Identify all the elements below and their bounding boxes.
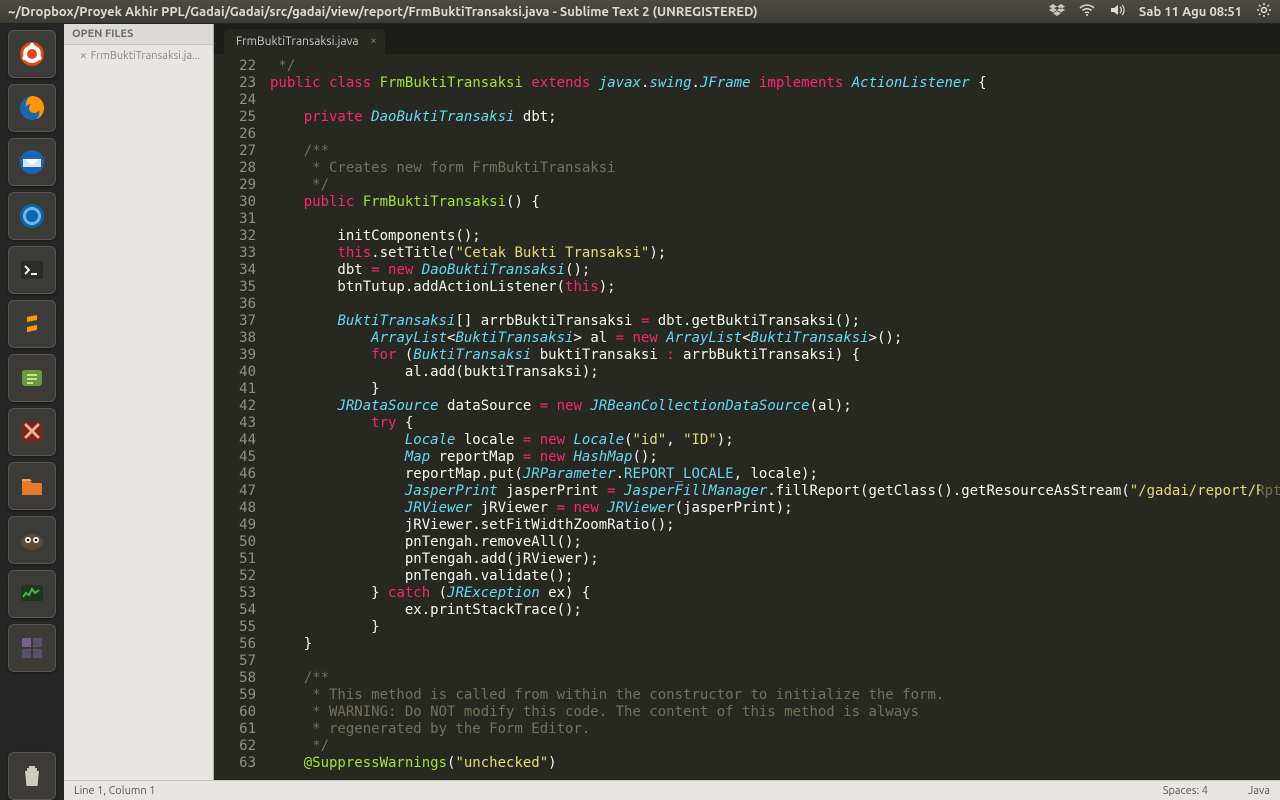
code-area[interactable]: 22 23 24 25 26 27 28 29 30 31 32 33 34 3…: [214, 54, 1280, 788]
line-gutter: 22 23 24 25 26 27 28 29 30 31 32 33 34 3…: [214, 54, 270, 788]
bluegriffon-icon[interactable]: [8, 192, 56, 240]
sound-icon[interactable]: [1109, 2, 1125, 21]
editor-area: FrmBuktiTransaksi.java × 22 23 24 25 26 2…: [214, 24, 1280, 800]
files-icon[interactable]: [8, 462, 56, 510]
close-icon[interactable]: ×: [80, 49, 87, 62]
dash-icon[interactable]: [8, 30, 56, 78]
dropbox-icon[interactable]: [1049, 2, 1065, 21]
sidebar: OPEN FILES × FrmBuktiTransaksi.ja...: [64, 24, 214, 800]
gimp-icon[interactable]: [8, 516, 56, 564]
wifi-icon[interactable]: [1079, 2, 1095, 21]
unity-launcher: [0, 24, 64, 800]
tab-label: FrmBuktiTransaksi.java: [236, 35, 359, 48]
menu-bar: ~/Dropbox/Proyek Akhir PPL/Gadai/Gadai/s…: [0, 0, 1280, 24]
syntax-setting[interactable]: Java: [1248, 785, 1270, 797]
code-content[interactable]: */ public class FrmBuktiTransaksi extend…: [270, 54, 1280, 788]
trash-icon[interactable]: [8, 752, 56, 800]
close-icon[interactable]: ×: [370, 35, 376, 47]
minimap[interactable]: [1260, 84, 1280, 760]
settings-icon[interactable]: [8, 408, 56, 456]
thunderbird-icon[interactable]: [8, 138, 56, 186]
sublime-window: OPEN FILES × FrmBuktiTransaksi.ja... FrmB…: [64, 24, 1280, 800]
open-files-header: OPEN FILES: [64, 24, 213, 45]
window-title: ~/Dropbox/Proyek Akhir PPL/Gadai/Gadai/s…: [8, 5, 1049, 19]
open-file-label: FrmBuktiTransaksi.ja...: [91, 50, 200, 62]
firefox-icon[interactable]: [8, 84, 56, 132]
open-file-item[interactable]: × FrmBuktiTransaksi.ja...: [64, 45, 213, 66]
workspace-switcher-icon[interactable]: [8, 624, 56, 672]
system-monitor-icon[interactable]: [8, 570, 56, 618]
status-bar: Line 1, Column 1 Spaces: 4 Java: [64, 780, 1280, 800]
indent-setting[interactable]: Spaces: 4: [1163, 785, 1208, 797]
system-tray: Sab 11 Agu 08:51: [1049, 2, 1272, 21]
editor-tab[interactable]: FrmBuktiTransaksi.java ×: [224, 29, 385, 54]
sublime-icon[interactable]: [8, 300, 56, 348]
terminal-icon[interactable]: [8, 246, 56, 294]
software-center-icon[interactable]: [8, 354, 56, 402]
cursor-position: Line 1, Column 1: [74, 785, 1163, 797]
clock[interactable]: Sab 11 Agu 08:51: [1139, 5, 1242, 19]
tab-bar: FrmBuktiTransaksi.java ×: [214, 24, 1280, 54]
gear-icon[interactable]: [1256, 2, 1272, 21]
